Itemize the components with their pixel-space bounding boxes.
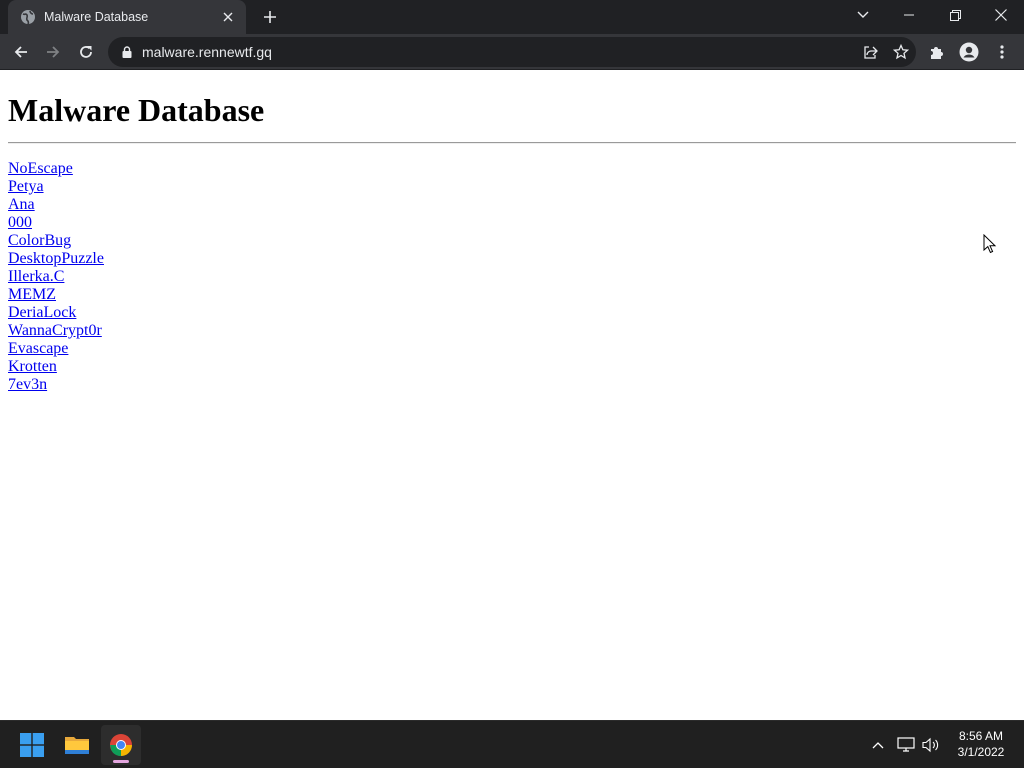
chrome-icon	[110, 734, 132, 756]
clock-date: 3/1/2022	[957, 745, 1005, 759]
file-explorer-icon	[65, 737, 89, 754]
page-content: Malware Database NoEscape Petya Ana 000 …	[0, 70, 1024, 720]
network-button[interactable]	[894, 733, 918, 757]
extensions-button[interactable]	[922, 37, 952, 67]
volume-icon	[922, 737, 939, 753]
chevron-down-icon	[857, 11, 869, 18]
star-icon[interactable]	[886, 37, 916, 67]
malware-link-noescape[interactable]: NoEscape	[8, 160, 104, 178]
close-icon[interactable]	[218, 7, 238, 27]
close-icon	[995, 9, 1007, 21]
reload-icon	[80, 46, 92, 58]
chrome-taskbar-button[interactable]	[101, 725, 141, 765]
chevron-up-icon	[872, 742, 884, 749]
malware-link-list: NoEscape Petya Ana 000 ColorBug DesktopP…	[8, 160, 104, 394]
profile-icon	[959, 42, 979, 62]
malware-link-derialock[interactable]: DeriaLock	[8, 304, 104, 322]
tab-title: Malware Database	[44, 10, 149, 24]
tab-search-button[interactable]	[840, 0, 886, 30]
browser-tab[interactable]: Malware Database	[8, 0, 246, 34]
volume-button[interactable]	[919, 733, 943, 757]
malware-link-7ev3n[interactable]: 7ev3n	[8, 376, 104, 394]
malware-link-wannacrypt0r[interactable]: WannaCrypt0r	[8, 322, 104, 340]
restore-button[interactable]	[932, 0, 978, 30]
windows-start-icon	[20, 733, 44, 757]
forward-button[interactable]	[38, 37, 68, 67]
malware-link-memz[interactable]: MEMZ	[8, 286, 104, 304]
address-bar[interactable]: malware.rennewtf.gq	[108, 37, 916, 67]
divider	[8, 142, 1016, 144]
system-clock[interactable]: 8:56 AM 3/1/2022	[946, 728, 1016, 760]
network-icon	[897, 737, 915, 752]
profile-button[interactable]	[954, 37, 984, 67]
back-button[interactable]	[6, 37, 36, 67]
arrow-right-icon	[47, 46, 60, 58]
browser-toolbar: malware.rennewtf.gq	[0, 34, 1024, 70]
page-title: Malware Database	[8, 92, 265, 128]
malware-link-petya[interactable]: Petya	[8, 178, 104, 196]
malware-link-000[interactable]: 000	[8, 214, 104, 232]
plus-icon	[264, 11, 276, 23]
malware-link-ana[interactable]: Ana	[8, 196, 104, 214]
file-explorer-button[interactable]	[57, 725, 97, 765]
new-tab-button[interactable]	[258, 5, 282, 29]
arrow-left-icon	[14, 46, 27, 58]
malware-link-krotten[interactable]: Krotten	[8, 358, 104, 376]
browser-menu-button[interactable]	[987, 37, 1017, 67]
minimize-button[interactable]	[886, 0, 932, 30]
active-app-indicator	[113, 760, 129, 763]
taskbar: 8:56 AM 3/1/2022	[0, 720, 1024, 768]
browser-titlebar: Malware Database	[0, 0, 1024, 34]
clock-time: 8:56 AM	[958, 729, 1004, 743]
reload-button[interactable]	[71, 37, 101, 67]
malware-link-colorbug[interactable]: ColorBug	[8, 232, 104, 250]
mouse-cursor-icon	[983, 234, 997, 254]
lock-icon[interactable]	[120, 45, 134, 59]
share-icon[interactable]	[856, 37, 886, 67]
window-close-button[interactable]	[978, 0, 1024, 30]
malware-link-illerka-c[interactable]: Illerka.C	[8, 268, 104, 286]
globe-icon	[20, 9, 36, 25]
malware-link-desktoppuzzle[interactable]: DesktopPuzzle	[8, 250, 104, 268]
start-button[interactable]	[12, 725, 52, 765]
malware-link-evascape[interactable]: Evascape	[8, 340, 104, 358]
restore-icon	[949, 9, 961, 21]
minimize-icon	[904, 14, 914, 16]
kebab-menu-icon	[1000, 45, 1004, 59]
url-text[interactable]: malware.rennewtf.gq	[142, 44, 856, 60]
puzzle-icon	[931, 47, 943, 59]
show-hidden-icons-button[interactable]	[866, 733, 890, 757]
